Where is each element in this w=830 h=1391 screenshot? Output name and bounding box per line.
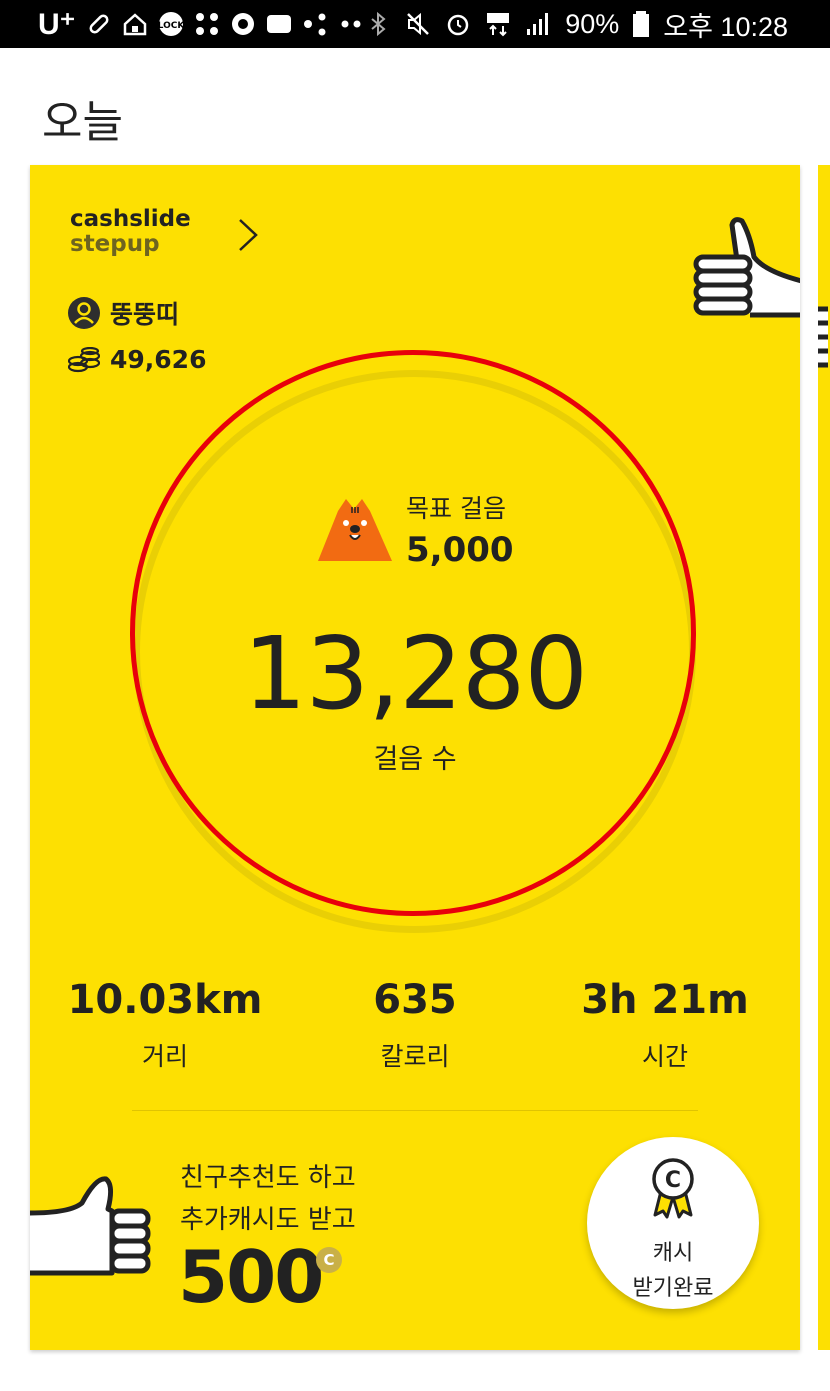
battery-icon [633,11,650,37]
alarm-icon [447,14,469,36]
step-card[interactable]: cashslide stepup 뚱뚱띠 49,626 목표 걸음 5,000 … [30,165,800,1350]
time-value: 3h 21m [581,977,749,1023]
fox-mascot-icon [318,499,392,561]
pill-icon [89,14,108,34]
coin-row: 49,626 [68,345,206,374]
next-card-peek[interactable] [818,165,830,1350]
user-avatar-icon [68,297,100,329]
promo-amount[interactable]: 500 [178,1235,324,1319]
message-app-icon [266,15,291,33]
distance-label: 거리 [141,1042,188,1071]
share-icon [303,13,325,36]
thumbs-up-icon [818,306,828,368]
sync-app-icon [231,13,254,35]
calories-label: 칼로리 [380,1042,450,1071]
cash-claim-button[interactable]: C 캐시 받기완료 [587,1137,759,1309]
promo-text-line1[interactable]: 친구추천도 하고 [180,1157,356,1194]
divider [132,1110,698,1111]
username: 뚱뚱띠 [110,300,180,329]
brand-name: cashslide [70,206,191,232]
mute-icon [407,12,430,36]
calories-value: 635 [373,977,457,1023]
goal-value: 5,000 [406,530,514,570]
step-count: 13,280 [243,615,588,732]
lte-icon [487,13,510,37]
signal-icon [527,13,549,35]
grid-app-icon [195,13,218,35]
thumbs-up-icon [693,217,800,318]
lock-app-icon: LOCK [158,12,184,36]
status-bar: U⁺ LOCK 90% 오후 10:28 [0,0,830,48]
cash-button-label2: 받기완료 [632,1276,714,1301]
more-notifications-icon [341,20,360,28]
brand-subname: stepup [70,231,160,257]
bluetooth-icon [371,11,386,37]
promo-text-line2[interactable]: 추가캐시도 받고 [180,1199,356,1236]
battery-percent: 90% [565,8,620,39]
page-title: 오늘 [42,97,123,148]
distance-value: 10.03km [67,977,263,1023]
carrier-label: U⁺ [38,7,76,41]
svg-text:C: C [665,1168,681,1193]
stat-distance: 10.03km 거리 [35,977,295,1073]
brand-logo[interactable]: cashslide stepup [70,207,191,257]
cash-medal-icon: C [652,1158,694,1219]
chevron-right-icon[interactable] [236,217,260,253]
user-row: 뚱뚱띠 [68,295,179,331]
step-count-label: 걸음 수 [373,744,457,775]
coin-balance: 49,626 [110,345,207,374]
cash-coin-icon: C [316,1247,342,1273]
status-left-icons: U⁺ LOCK [38,6,364,42]
home-icon [123,13,146,36]
cash-button-label1: 캐시 [652,1241,694,1266]
time-label: 시간 [641,1042,688,1071]
status-right-icons: 90% 오후 10:28 [365,6,788,42]
goal-label: 목표 걸음 [406,494,506,523]
stat-time: 3h 21m 시간 [535,977,795,1073]
coins-icon [68,346,100,372]
clock: 오후 10:28 [663,11,788,42]
svg-text:LOCK: LOCK [158,21,184,31]
stat-calories: 635 칼로리 [285,977,545,1073]
thumbs-up-icon [30,1176,151,1276]
